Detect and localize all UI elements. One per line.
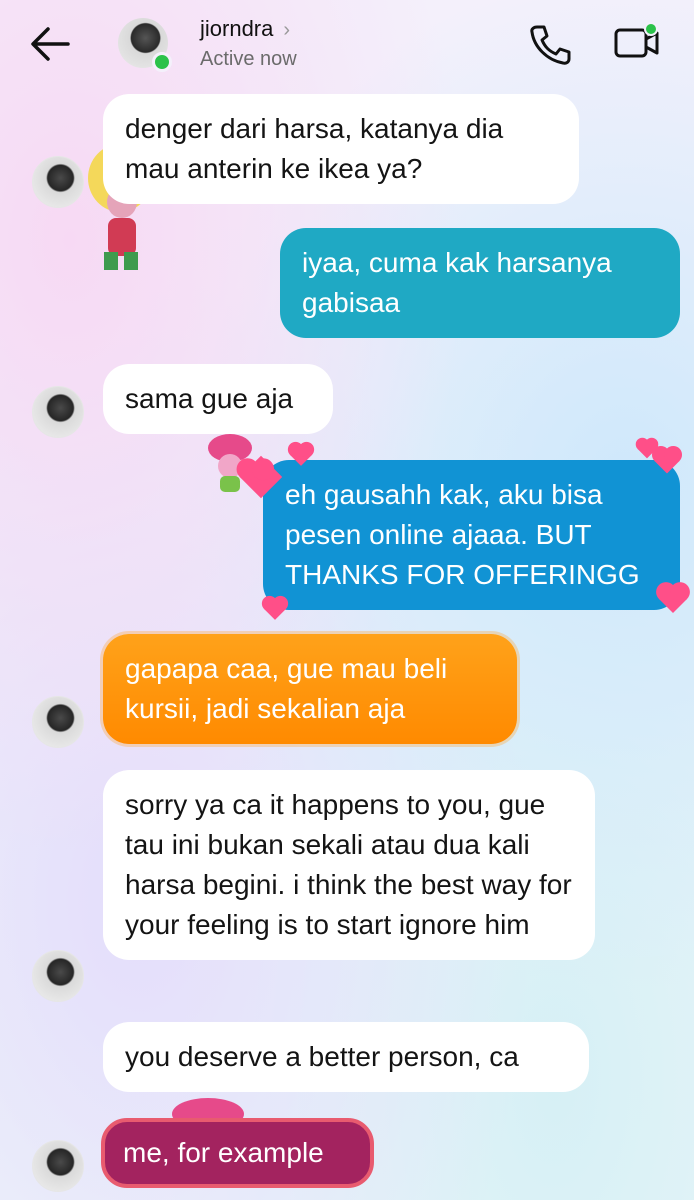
chat-header: jiorndra › Active now xyxy=(0,0,694,90)
message-bubble-incoming[interactable]: you deserve a better person, ca xyxy=(103,1022,589,1092)
heart-effect-icon xyxy=(264,598,286,620)
message-bubble-incoming[interactable]: gapapa caa, gue mau beli kursii, jadi se… xyxy=(103,634,517,744)
sender-avatar[interactable] xyxy=(32,1140,84,1192)
active-status: Active now xyxy=(200,48,297,70)
sender-avatar[interactable] xyxy=(32,950,84,1002)
online-status-dot xyxy=(152,52,172,72)
contact-name-link[interactable]: jiorndra › xyxy=(200,16,290,42)
chevron-right-icon: › xyxy=(283,19,291,41)
contact-avatar[interactable] xyxy=(118,18,172,72)
phone-icon[interactable] xyxy=(528,22,572,66)
heart-effect-icon xyxy=(658,584,688,614)
message-bubble-incoming[interactable]: sorry ya ca it happens to you, gue tau i… xyxy=(103,770,595,960)
message-bubble-incoming[interactable]: sama gue aja xyxy=(103,364,333,434)
message-bubble-incoming[interactable]: denger dari harsa, katanya dia mau anter… xyxy=(103,94,579,204)
sender-avatar[interactable] xyxy=(32,386,84,438)
video-camera-icon[interactable] xyxy=(612,20,662,64)
message-bubble-outgoing[interactable]: eh gausahh kak, aku bisa pesen online aj… xyxy=(263,460,680,610)
sender-avatar[interactable] xyxy=(32,696,84,748)
sender-avatar[interactable] xyxy=(32,156,84,208)
back-arrow-icon[interactable] xyxy=(28,24,72,64)
message-bubble-outgoing[interactable]: iyaa, cuma kak harsanya gabisaa xyxy=(280,228,680,338)
message-bubble-incoming[interactable]: me, for example xyxy=(101,1118,374,1188)
contact-name: jiorndra xyxy=(200,16,274,41)
